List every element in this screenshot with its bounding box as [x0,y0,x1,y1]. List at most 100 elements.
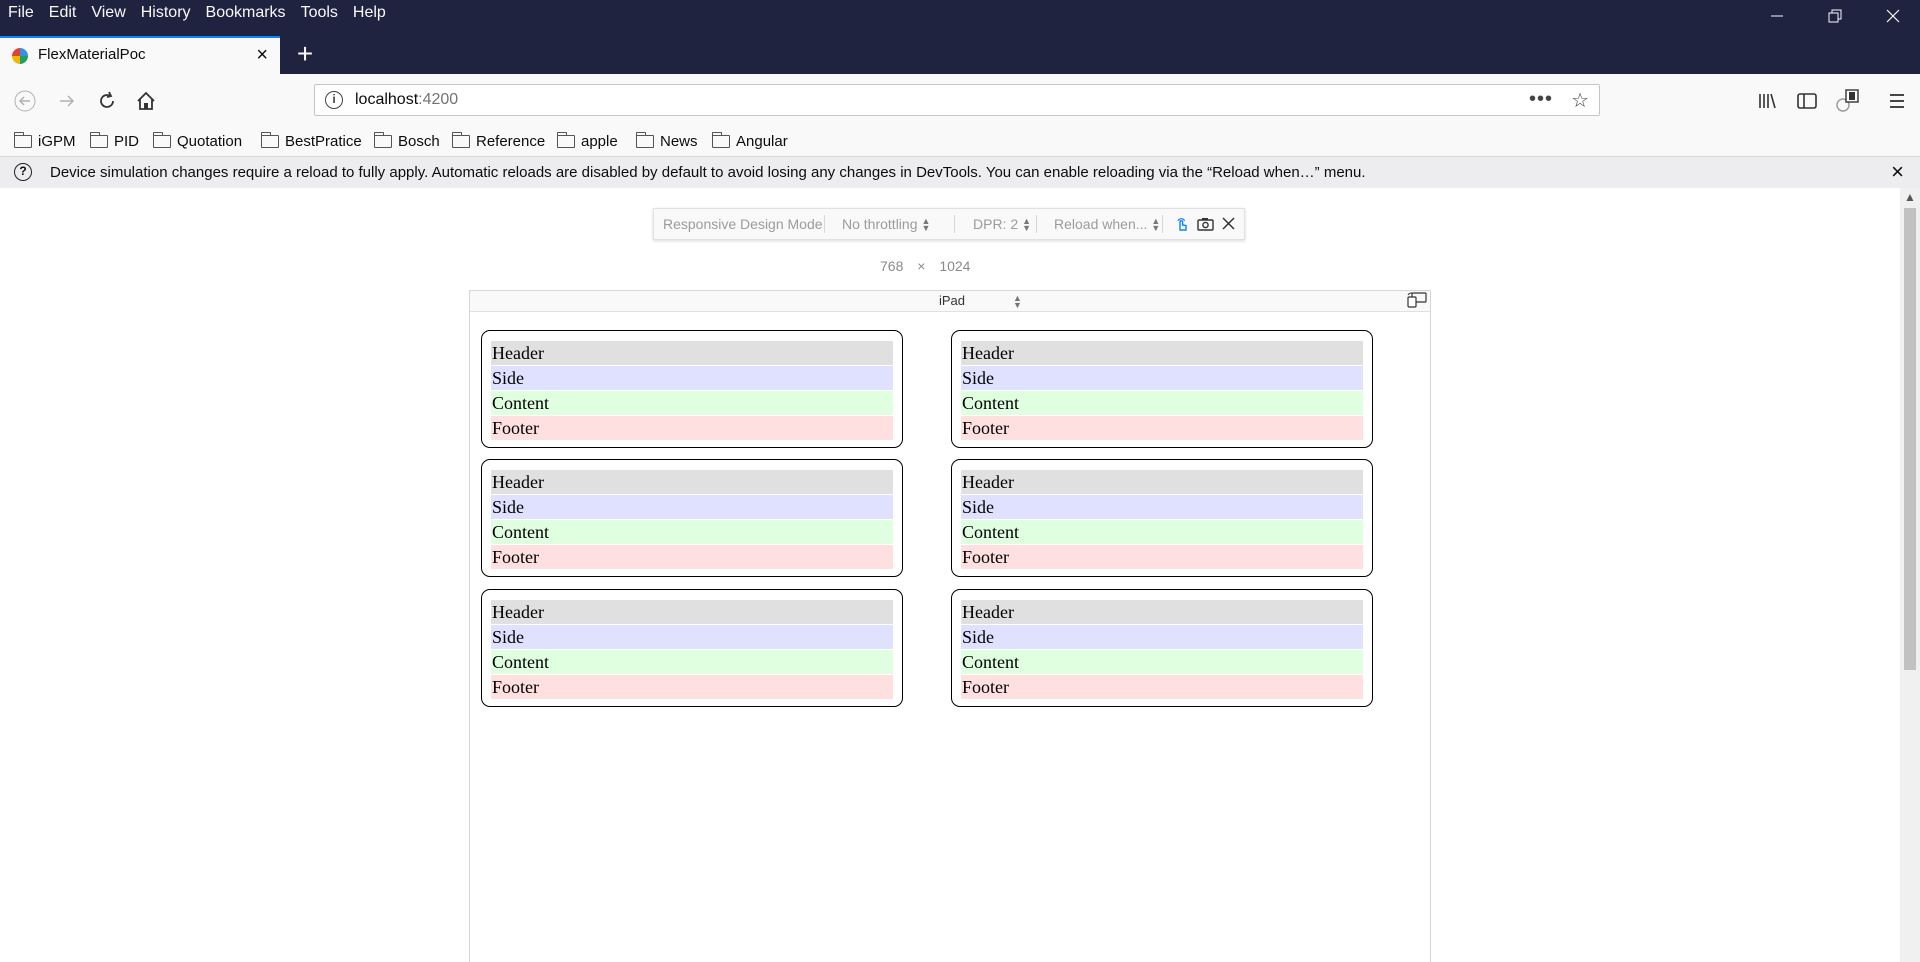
layout-card: Header Side Content Footer [481,589,903,707]
page-actions-icon[interactable]: ••• [1529,88,1553,111]
viewport-height[interactable]: 1024 [939,258,970,274]
reload-when-select[interactable]: Reload when... ▲ ▼ [1054,209,1160,239]
bookmark-quotation[interactable]: Quotation [152,130,242,152]
card-footer-row: Footer [961,675,1363,699]
folder-icon [13,131,32,148]
card-header-row: Header [491,341,893,365]
back-button[interactable] [10,86,40,116]
divider [824,215,825,233]
card-footer-row: Footer [491,545,893,569]
bookmark-apple[interactable]: apple [556,130,618,152]
card-content-row: Content [491,650,893,674]
reload-button[interactable] [92,86,122,116]
restore-button[interactable] [1812,0,1858,32]
forward-button[interactable] [52,86,82,116]
bookmark-bosch[interactable]: Bosch [373,130,440,152]
card-header-row: Header [491,600,893,624]
device-frame: iPad ▲ ▼ Header Side Content Footer Header… [469,290,1431,962]
bookmark-bestpratice[interactable]: BestPratice [260,130,362,152]
card-content-row: Content [961,391,1363,415]
open-menu-button[interactable] [1882,86,1912,116]
camera-icon [1197,218,1214,231]
url-bar[interactable]: i localhost:4200 ••• ☆ [314,84,1600,116]
sidebar-button[interactable] [1792,86,1822,116]
divider [1162,215,1163,233]
close-window-button[interactable] [1870,0,1916,32]
dpr-value: DPR: 2 [973,216,1019,232]
bookmark-pid[interactable]: PID [89,130,140,152]
card-header-row: Header [961,341,1363,365]
folder-icon [711,131,730,148]
menu-tools[interactable]: Tools [301,3,345,23]
home-icon [137,91,155,110]
library-icon [1759,93,1776,109]
scroll-up-icon[interactable]: ▲ [1904,190,1916,204]
card-side-row: Side [961,366,1363,390]
layout-card: Header Side Content Footer [951,459,1373,577]
tab-strip: FlexMaterialPoc × + [0,36,1920,74]
close-icon [1222,217,1235,230]
bookmark-label: Reference [476,132,546,150]
card-content-row: Content [961,520,1363,544]
select-arrows-icon: ▲ ▼ [921,216,931,234]
minimize-button[interactable] [1754,0,1800,32]
menu-view[interactable]: View [91,3,132,23]
close-rdm-button[interactable] [1222,217,1235,231]
url-host: localhost [355,91,419,108]
bookmark-label: PID [114,132,140,150]
vertical-scrollbar[interactable]: ▲ [1900,188,1920,962]
folder-icon [451,131,470,148]
minimize-icon [1771,15,1783,17]
layout-card: Header Side Content Footer [951,589,1373,707]
bookmark-star-icon[interactable]: ☆ [1571,88,1589,113]
home-button[interactable] [131,86,161,116]
bookmark-igpm[interactable]: iGPM [13,130,76,152]
notification-close-icon[interactable]: × [1891,159,1904,185]
bookmark-label: News [660,132,698,150]
dpr-select[interactable]: DPR: 2 ▲ ▼ [973,209,1031,239]
library-button[interactable] [1752,86,1782,116]
new-tab-button[interactable]: + [288,38,322,72]
tab-close-icon[interactable]: × [256,44,268,67]
card-content-row: Content [491,520,893,544]
menu-help[interactable]: Help [353,3,393,23]
rdm-mode-label: Responsive Design Mode [663,216,823,232]
device-select[interactable]: iPad ▲ ▼ [939,293,1022,309]
select-arrows-icon: ▲ ▼ [1151,216,1161,234]
extension-icon [1836,89,1859,112]
close-icon [1886,9,1900,23]
layout-card: Header Side Content Footer [481,459,903,577]
menu-history[interactable]: History [141,3,198,23]
card-footer-row: Footer [961,416,1363,440]
layout-card: Header Side Content Footer [481,330,903,448]
menu-file[interactable]: File [8,3,41,23]
reload-icon [100,91,114,108]
bookmark-news[interactable]: News [635,130,698,152]
divider [954,215,955,233]
bookmark-angular[interactable]: Angular [711,130,788,152]
card-footer-row: Footer [961,545,1363,569]
bookmark-reference[interactable]: Reference [451,130,546,152]
extension-button[interactable] [1832,86,1862,116]
scrollbar-thumb[interactable] [1904,208,1916,670]
sidebar-icon [1797,93,1817,109]
card-side-row: Side [491,366,893,390]
rotate-button[interactable] [1406,292,1427,308]
help-icon: ? [14,163,32,181]
restore-icon [1828,9,1842,23]
menu-edit[interactable]: Edit [49,3,84,23]
throttling-select[interactable]: No throttling ▲ ▼ [842,209,930,239]
card-footer-row: Footer [491,416,893,440]
card-header-row: Header [961,470,1363,494]
card-content-row: Content [491,391,893,415]
screenshot-button[interactable] [1197,216,1214,232]
menu-bookmarks[interactable]: Bookmarks [206,3,293,23]
bookmark-label: Bosch [398,132,440,150]
folder-icon [152,131,171,148]
site-info-icon[interactable]: i [325,91,343,109]
select-arrows-icon: ▲ ▼ [1022,216,1032,234]
touch-simulation-button[interactable] [1174,216,1190,232]
layout-card: Header Side Content Footer [951,330,1373,448]
tab-flexmaterialpoc[interactable]: FlexMaterialPoc × [0,36,280,74]
viewport-width[interactable]: 768 [880,258,903,274]
